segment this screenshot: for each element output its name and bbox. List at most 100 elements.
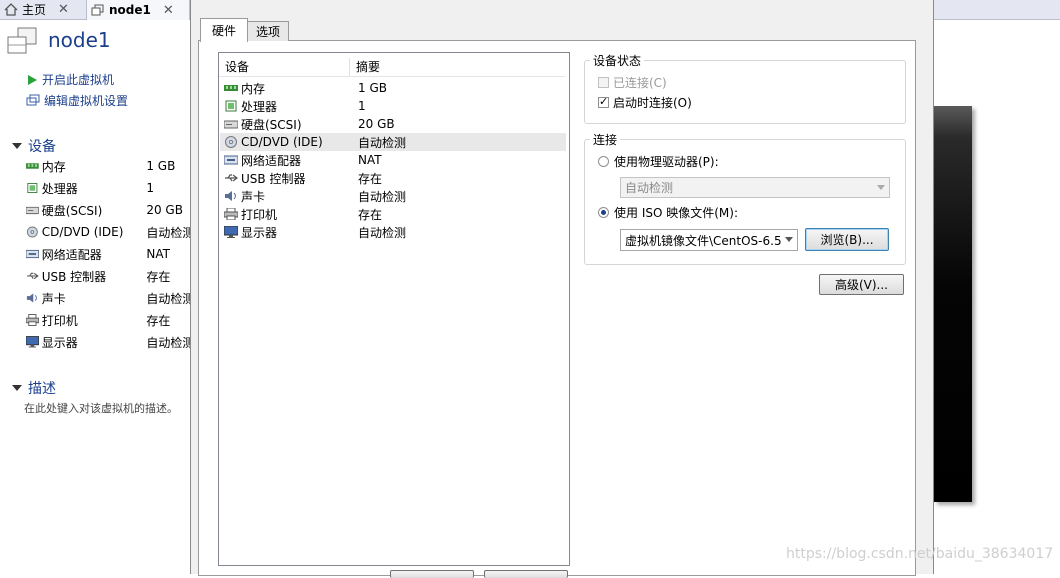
iso-path-value: 虚拟机镜像文件\CentOS-6.5 [625, 233, 782, 248]
device-name: 显示器 [41, 335, 78, 350]
device-summary-row[interactable]: USB 控制器 存在 [26, 265, 190, 287]
tab-hardware[interactable]: 硬件 [200, 18, 248, 42]
physical-drive-select[interactable]: 自动检测 [620, 177, 890, 198]
device-summary: 存在 [358, 171, 383, 186]
edit-settings-label: 编辑虚拟机设置 [44, 94, 129, 108]
device-summary: 自动检测 [358, 189, 407, 204]
radio-selected-icon [598, 207, 609, 218]
device-name: CD/DVD (IDE) [41, 225, 124, 239]
dialog-bottom-button[interactable] [484, 570, 568, 578]
tab-home[interactable]: 主页 ✕ [4, 0, 82, 19]
device-name: 声卡 [41, 291, 66, 306]
device-name: 处理器 [41, 181, 78, 196]
connect-on-start-checkbox[interactable]: 启动时连接(O) [598, 94, 692, 111]
close-icon[interactable]: ✕ [163, 3, 174, 18]
description-placeholder[interactable]: 在此处键入对该虚拟机的描述。 [24, 400, 178, 416]
disk-icon [224, 120, 238, 129]
memory-icon [224, 85, 238, 91]
edit-settings-icon [26, 94, 40, 106]
power-on-action[interactable]: 开启此虚拟机 [26, 71, 114, 88]
close-icon[interactable]: ✕ [58, 2, 69, 17]
device-list-row[interactable]: 内存 1 GB [220, 79, 566, 97]
device-name: 打印机 [241, 207, 278, 222]
network-icon [26, 249, 39, 259]
tab-node1-label: node1 [109, 3, 151, 17]
device-name: 处理器 [241, 99, 278, 114]
device-list-row[interactable]: 显示器 自动检测 [220, 223, 566, 241]
device-value: 存在 [146, 269, 171, 284]
device-summary: 存在 [358, 207, 383, 222]
device-summary-row[interactable]: 内存 1 GB [26, 155, 190, 177]
device-list-row[interactable]: USB 控制器 存在 [220, 169, 566, 187]
disk-icon [26, 206, 39, 215]
device-name: 网络适配器 [241, 153, 302, 168]
checkbox-checked-icon [598, 95, 609, 108]
device-summary-row[interactable]: 打印机 存在 [26, 309, 190, 331]
device-summary: 20 GB [358, 117, 395, 131]
physical-drive-radio[interactable]: 使用物理驱动器(P): [598, 153, 719, 170]
browse-button[interactable]: 浏览(B)... [805, 228, 889, 251]
checkbox-icon [598, 77, 609, 88]
device-value: 1 GB [146, 159, 176, 173]
physical-drive-value: 自动检测 [625, 181, 674, 195]
device-list-row[interactable]: CD/DVD (IDE) 自动检测 [220, 133, 566, 151]
memory-icon [26, 163, 39, 169]
advanced-button[interactable]: 高级(V)... [819, 274, 904, 295]
devices-section-title: 设备 [28, 139, 56, 155]
device-summary: 1 GB [358, 81, 387, 95]
device-name: 打印机 [41, 313, 78, 328]
iso-image-label: 使用 ISO 映像文件(M): [614, 206, 738, 220]
column-header-device[interactable]: 设备 [219, 58, 350, 76]
description-section-header[interactable]: 描述 [12, 378, 56, 398]
cd-icon [225, 136, 237, 148]
device-summary-row[interactable]: 声卡 自动检测 [26, 287, 190, 309]
vm-console-preview [934, 106, 972, 502]
device-list-row[interactable]: 处理器 1 [220, 97, 566, 115]
device-status-title: 设备状态 [590, 52, 645, 69]
vm-title: node1 [48, 28, 111, 52]
home-icon [4, 3, 18, 16]
collapse-triangle-icon [12, 385, 22, 391]
sound-icon [26, 293, 37, 303]
device-summary: NAT [358, 153, 382, 167]
edit-settings-action[interactable]: 编辑虚拟机设置 [26, 92, 128, 109]
dialog-bottom-button[interactable] [390, 570, 474, 578]
printer-icon [26, 314, 39, 326]
device-list-row[interactable]: 打印机 存在 [220, 205, 566, 223]
device-name: 网络适配器 [41, 247, 102, 262]
device-summary: 自动检测 [358, 135, 407, 150]
device-summary-row[interactable]: CD/DVD (IDE) 自动检测 [26, 221, 190, 243]
connect-on-start-label: 启动时连接(O) [613, 96, 692, 110]
device-summary: 自动检测 [358, 225, 407, 240]
tab-node1[interactable]: node1 ✕ [86, 0, 190, 20]
device-name: 内存 [241, 81, 266, 96]
device-name: USB 控制器 [41, 269, 107, 284]
sound-icon [225, 191, 236, 201]
connected-checkbox[interactable]: 已连接(C) [598, 74, 667, 91]
device-summary-row[interactable]: 网络适配器 NAT [26, 243, 190, 265]
device-list-row[interactable]: 硬盘(SCSI) 20 GB [220, 115, 566, 133]
device-summary-row[interactable]: 硬盘(SCSI) 20 GB [26, 199, 190, 221]
power-on-label: 开启此虚拟机 [42, 73, 115, 87]
device-summary-row[interactable]: 显示器 自动检测 [26, 331, 190, 353]
device-list-row[interactable]: 网络适配器 NAT [220, 151, 566, 169]
device-name: 内存 [41, 159, 66, 174]
device-value: 自动检测 [146, 225, 190, 240]
monitor-icon [224, 226, 238, 238]
iso-image-radio[interactable]: 使用 ISO 映像文件(M): [598, 204, 738, 221]
devices-section-header[interactable]: 设备 [12, 136, 56, 156]
column-header-summary[interactable]: 摘要 [350, 58, 380, 76]
tab-options[interactable]: 选项 [247, 21, 289, 41]
vm-large-icon [7, 27, 37, 54]
device-value: 20 GB [146, 203, 183, 217]
device-list-row[interactable]: 声卡 自动检测 [220, 187, 566, 205]
iso-path-select[interactable]: 虚拟机镜像文件\CentOS-6.5 [620, 229, 798, 251]
physical-drive-label: 使用物理驱动器(P): [614, 155, 719, 169]
radio-icon [598, 156, 609, 167]
device-summary-row[interactable]: 处理器 1 [26, 177, 190, 199]
chevron-down-icon [785, 237, 793, 242]
device-name: 显示器 [241, 225, 278, 240]
cd-icon [26, 226, 38, 238]
device-summary: 1 [358, 99, 366, 113]
connection-title: 连接 [590, 131, 621, 148]
